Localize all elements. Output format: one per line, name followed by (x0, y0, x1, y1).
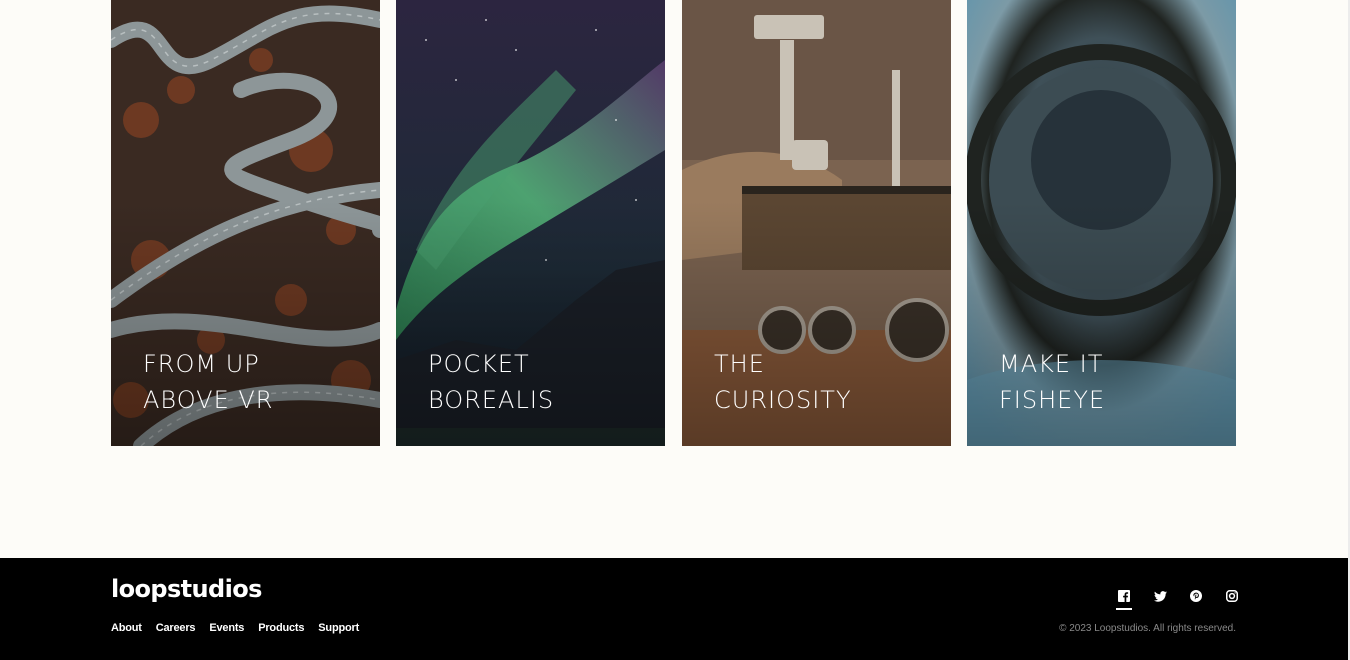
instagram-link[interactable] (1222, 586, 1242, 606)
footer-link-events[interactable]: Events (209, 622, 244, 634)
creation-card-make-it-fisheye[interactable]: Make it fisheye (967, 0, 1236, 446)
creation-card-from-up-above-vr[interactable]: From up above VR (111, 0, 380, 446)
creations-grid: From up above VR (111, 0, 1236, 446)
footer-link-about[interactable]: About (111, 622, 142, 634)
card-title-line: curiosity (714, 386, 852, 414)
card-title: The curiosity (714, 346, 924, 418)
facebook-icon (1118, 590, 1130, 602)
card-title-line: From up (143, 350, 260, 378)
creation-card-the-curiosity[interactable]: The curiosity (682, 0, 951, 446)
copyright-text: © 2023 Loopstudios. All rights reserved. (1059, 623, 1236, 634)
footer-link-support[interactable]: Support (318, 622, 359, 634)
creation-card-pocket-borealis[interactable]: Pocket borealis (396, 0, 665, 446)
card-title-line: fisheye (999, 386, 1106, 414)
pinterest-icon (1190, 590, 1202, 602)
footer-logo[interactable]: loopstudios (111, 575, 262, 603)
instagram-icon (1226, 590, 1238, 602)
twitter-link[interactable] (1150, 586, 1170, 606)
card-title-line: Make it (999, 350, 1104, 378)
footer-link-products[interactable]: Products (258, 622, 304, 634)
pinterest-link[interactable] (1186, 586, 1206, 606)
card-title: Make it fisheye (999, 346, 1209, 418)
card-title-line: The (714, 350, 765, 378)
card-title: Pocket borealis (428, 346, 638, 418)
twitter-icon (1153, 590, 1167, 602)
social-links (1114, 586, 1242, 610)
card-title-line: borealis (428, 386, 555, 414)
facebook-link[interactable] (1114, 586, 1134, 610)
site-footer: loopstudios About Careers Events Product… (0, 558, 1348, 660)
card-title-line: above VR (143, 386, 274, 414)
card-title: From up above VR (143, 346, 353, 418)
card-title-line: Pocket (428, 350, 530, 378)
footer-nav: About Careers Events Products Support (111, 622, 359, 634)
footer-link-careers[interactable]: Careers (156, 622, 196, 634)
